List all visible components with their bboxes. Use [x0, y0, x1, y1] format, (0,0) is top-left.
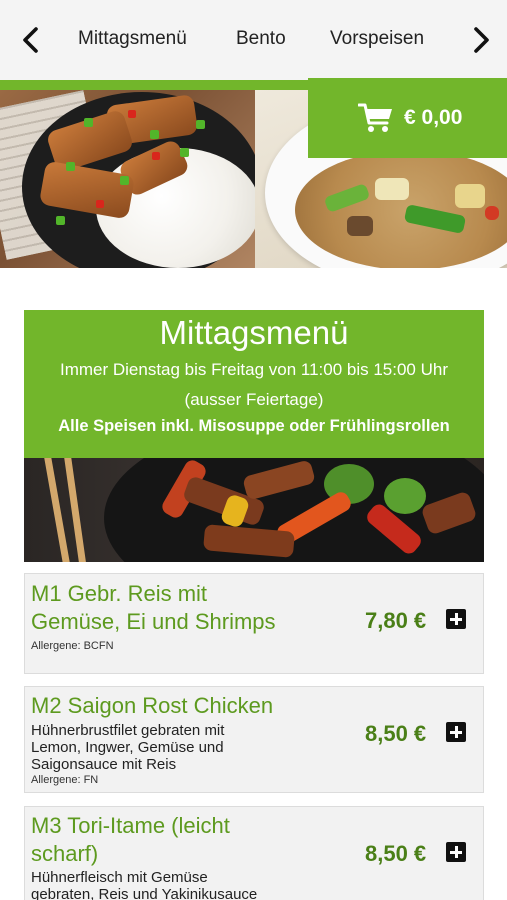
tab-bento[interactable]: Bento	[236, 28, 286, 50]
menu-section-header: Mittagsmenü Immer Dienstag bis Freitag v…	[24, 310, 484, 458]
tab-mittagsmenue[interactable]: Mittagsmenü	[78, 28, 187, 50]
holiday-note: (ausser Feiertage)	[184, 390, 324, 409]
chevron-left-icon[interactable]	[18, 26, 44, 54]
item-description: Hühnerfleisch mit Gemüse gebraten, Reis …	[31, 869, 258, 900]
chevron-right-icon[interactable]	[468, 26, 494, 54]
included-note: Alle Speisen inkl. Misosuppe oder Frühli…	[58, 417, 450, 435]
add-to-cart-icon[interactable]	[446, 722, 466, 742]
cart-button[interactable]: € 0,00	[308, 78, 507, 158]
item-price: 8,50 €	[365, 841, 427, 866]
item-name: M1 Gebr. Reis mit Gemüse, Ei und Shrimps	[31, 581, 276, 634]
shopping-cart-icon	[358, 103, 392, 132]
item-price: 7,80 €	[365, 608, 427, 633]
menu-item-m1[interactable]: M1 Gebr. Reis mit Gemüse, Ei und Shrimps…	[24, 573, 484, 674]
section-title: Mittagsmenü	[159, 314, 349, 351]
add-to-cart-icon[interactable]	[446, 609, 466, 629]
menu-item-m2[interactable]: M2 Saigon Rost Chicken Hühnerbrustfilet …	[24, 686, 484, 793]
item-description: Hühnerbrustfilet gebraten mit Lemon, Ing…	[31, 722, 225, 773]
section-banner-image	[24, 458, 484, 562]
item-name: M2 Saigon Rost Chicken	[31, 693, 274, 718]
category-nav: Mittagsmenü Bento Vorspeisen	[0, 0, 507, 80]
hero-image-chicken-rice	[0, 90, 262, 268]
cart-total: € 0,00	[404, 106, 463, 129]
item-allergens: Allergene: FN	[31, 774, 99, 786]
add-to-cart-icon[interactable]	[446, 842, 466, 862]
opening-hours: Immer Dienstag bis Freitag von 11:00 bis…	[59, 360, 449, 379]
item-name: M3 Tori-Itame (leicht scharf)	[31, 813, 230, 866]
tab-vorspeisen[interactable]: Vorspeisen	[330, 28, 424, 50]
item-allergens: Allergene: BCFN	[31, 640, 114, 652]
menu-item-m3[interactable]: M3 Tori-Itame (leicht scharf) Hühnerflei…	[24, 806, 484, 900]
item-price: 8,50 €	[365, 721, 427, 746]
